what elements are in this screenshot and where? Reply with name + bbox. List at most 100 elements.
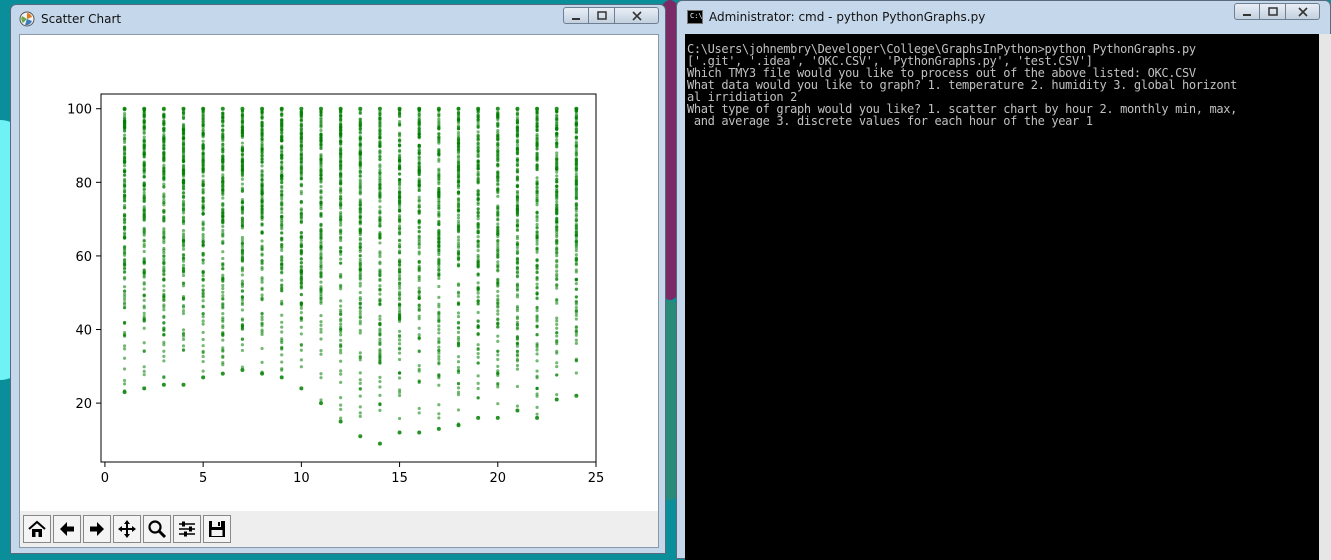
pan-button[interactable] [113,515,141,543]
data-point [574,116,578,120]
data-point [456,408,461,412]
scatter-chart-window[interactable]: Scatter Chart 0 5 10 15 20 25 20 40 60 80 100 [10,4,666,554]
data-point [378,168,382,172]
data-point [142,175,146,179]
data-point [437,337,441,341]
data-point [515,134,520,138]
data-point [358,322,362,326]
home-button[interactable] [23,515,51,543]
data-point [535,412,539,416]
data-point [181,247,186,251]
cmd-window-titlebar[interactable]: C:\ Administrator: cmd - python PythonGr… [677,1,1330,33]
data-point [574,158,578,162]
data-point [221,267,225,271]
data-point [280,197,284,201]
data-point [437,174,441,179]
data-point [476,396,480,400]
save-button[interactable] [203,515,231,543]
data-point [339,274,343,278]
data-point [535,142,539,146]
data-point [417,261,421,265]
data-point [437,112,441,116]
data-point [201,152,205,156]
x-tick-label: 10 [293,471,310,486]
data-point [201,164,205,168]
data-point [260,328,264,332]
scatter-window-titlebar[interactable]: Scatter Chart [11,5,665,33]
console-output[interactable]: C:\Users\johnembry\Developer\College\Gra… [685,34,1321,560]
data-point [437,132,441,136]
back-button[interactable] [53,515,81,543]
data-point [122,390,127,395]
data-point [201,304,205,308]
console-scrollbar[interactable] [1319,34,1331,560]
data-point [260,311,264,315]
cmd-maximize-button[interactable] [1260,3,1286,20]
data-point [319,120,323,125]
cmd-window[interactable]: C:\ Administrator: cmd - python PythonGr… [676,0,1331,560]
data-point [535,222,539,227]
data-point [221,241,225,245]
data-point [299,238,303,243]
data-point [555,238,559,242]
data-point [574,182,578,186]
data-point [299,275,303,279]
data-point [437,324,441,328]
data-point [299,343,303,347]
data-point [555,322,559,327]
data-point [397,342,402,346]
data-point [122,106,127,111]
data-point [555,126,559,130]
data-point [299,163,303,167]
data-point [397,204,402,208]
data-point [221,202,225,206]
data-point [240,279,245,283]
data-point [515,143,520,147]
data-point [240,148,245,152]
zoom-button[interactable] [143,515,171,543]
minimize-icon [572,17,580,20]
data-point [515,200,520,205]
data-point [161,106,166,111]
close-button[interactable] [615,7,659,24]
data-point [240,257,245,261]
data-point [417,106,422,111]
data-point [437,354,441,359]
configure-subplots-button[interactable] [173,515,201,543]
data-point [456,106,461,111]
data-point [260,120,264,124]
data-point [496,194,500,198]
data-point [339,125,343,130]
data-point [142,150,146,154]
data-point [574,305,578,310]
data-point [299,215,303,219]
data-point [319,125,323,129]
data-point [280,207,284,212]
data-point [280,146,284,150]
data-point [437,348,441,353]
data-point [574,192,578,196]
data-point [496,188,500,192]
data-point [358,381,362,385]
data-point [142,208,146,212]
data-point [339,200,343,204]
data-point [221,196,225,200]
data-point [358,157,362,161]
data-point [378,112,382,116]
data-point [260,239,264,243]
data-point [299,211,303,215]
data-point [554,106,559,111]
data-point [181,180,186,185]
data-point [122,164,127,168]
data-point [240,251,245,255]
data-point [280,189,284,193]
minimize-button[interactable] [563,7,589,24]
maximize-button[interactable] [589,7,615,24]
data-point [162,219,166,223]
forward-button[interactable] [83,515,111,543]
cmd-close-button[interactable] [1286,3,1320,20]
cmd-minimize-button[interactable] [1234,3,1260,20]
data-point [378,205,382,209]
data-point [397,172,402,176]
data-point [339,333,343,337]
